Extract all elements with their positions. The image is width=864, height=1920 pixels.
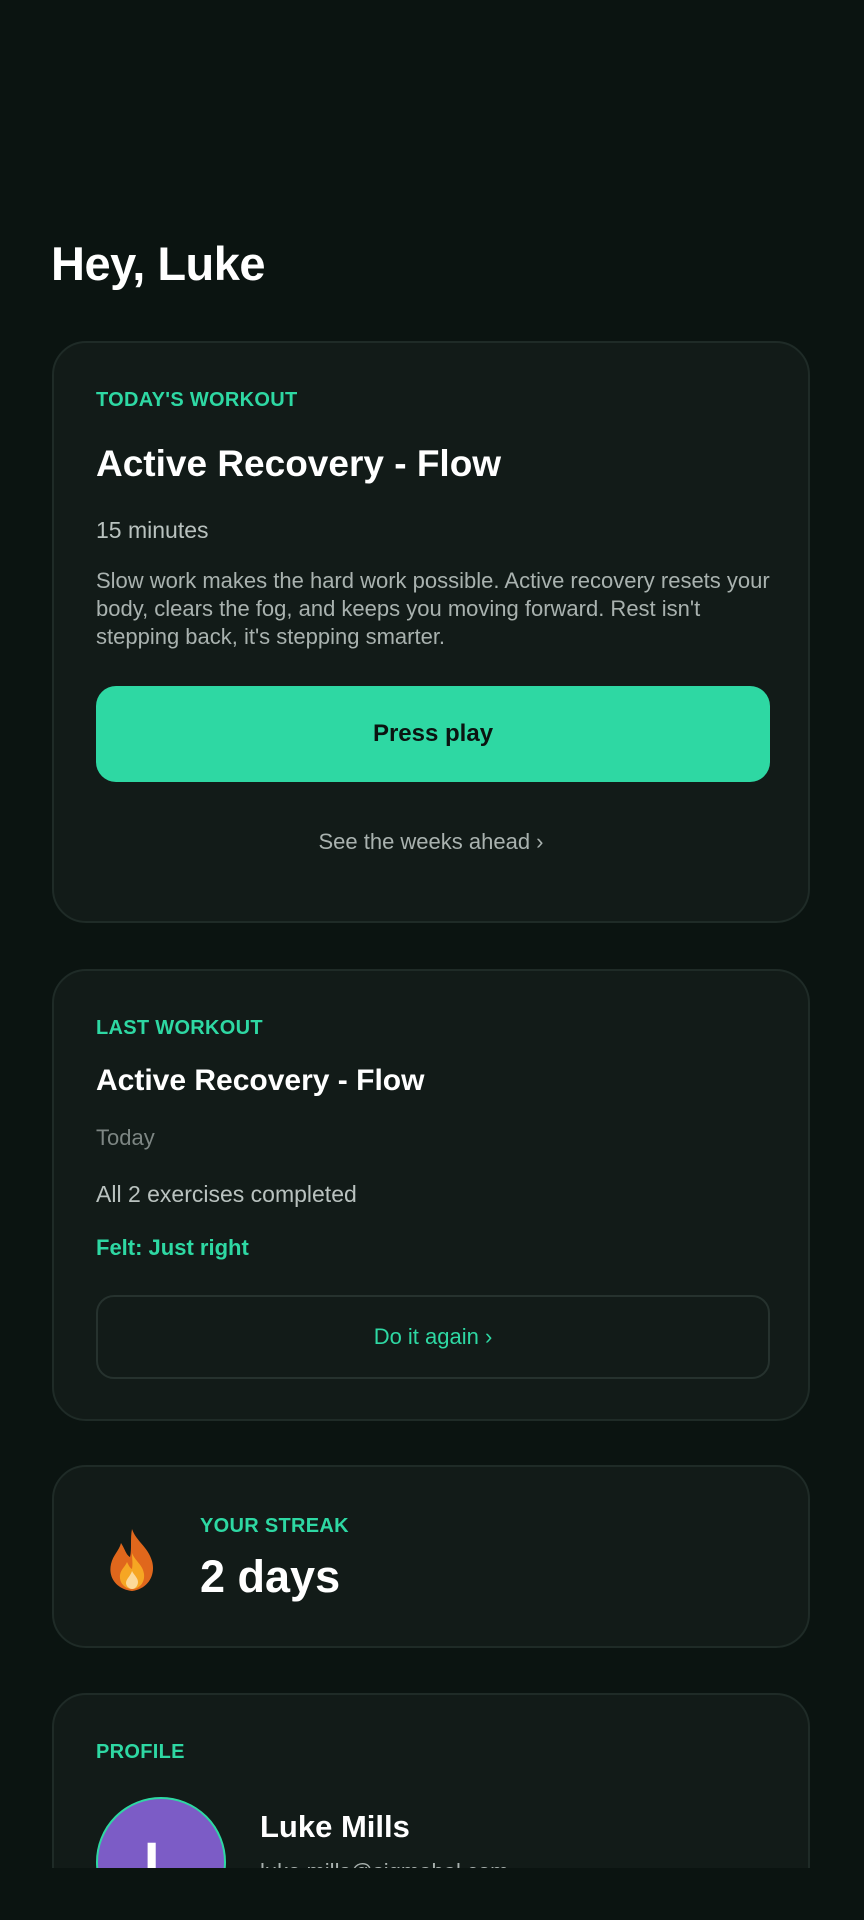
see-weeks-ahead-link[interactable]: See the weeks ahead › <box>54 829 808 855</box>
workout-duration: 15 minutes <box>96 517 209 543</box>
press-play-button[interactable]: Press play <box>96 686 770 782</box>
last-workout-card: LAST WORKOUT Active Recovery - Flow Toda… <box>52 969 810 1421</box>
last-workout-title: Active Recovery - Flow <box>96 1064 425 1097</box>
workout-description: Slow work makes the hard work possible. … <box>96 568 770 649</box>
exercises-completed-text: All 2 exercises completed <box>96 1181 357 1207</box>
fire-icon <box>110 1529 154 1591</box>
felt-rating: Felt: Just right <box>96 1235 249 1260</box>
todays-workout-title: Active Recovery - Flow <box>96 443 502 484</box>
last-workout-label: LAST WORKOUT <box>96 1017 263 1039</box>
todays-workout-label: TODAY'S WORKOUT <box>96 389 298 411</box>
streak-card: YOUR STREAK 2 days <box>52 1465 810 1648</box>
profile-name: Luke Mills <box>260 1809 410 1844</box>
profile-label: PROFILE <box>96 1741 185 1763</box>
do-it-again-button[interactable]: Do it again › <box>96 1295 770 1379</box>
todays-workout-card: TODAY'S WORKOUT Active Recovery - Flow 1… <box>52 341 810 923</box>
streak-label: YOUR STREAK <box>200 1515 349 1537</box>
home-screen: Hey, Luke TODAY'S WORKOUT Active Recover… <box>0 0 864 1920</box>
scroll-content[interactable]: Hey, Luke TODAY'S WORKOUT Active Recover… <box>0 0 864 1868</box>
profile-card: PROFILE L Luke Mills luke.mills@sigmabal… <box>52 1693 810 1868</box>
profile-email: luke.mills@sigmabal.com <box>260 1859 509 1868</box>
streak-value: 2 days <box>200 1551 341 1602</box>
avatar[interactable]: L <box>96 1797 226 1868</box>
system-navigation-bar <box>0 1868 864 1920</box>
last-workout-date: Today <box>96 1125 155 1150</box>
greeting-heading: Hey, Luke <box>51 237 266 290</box>
